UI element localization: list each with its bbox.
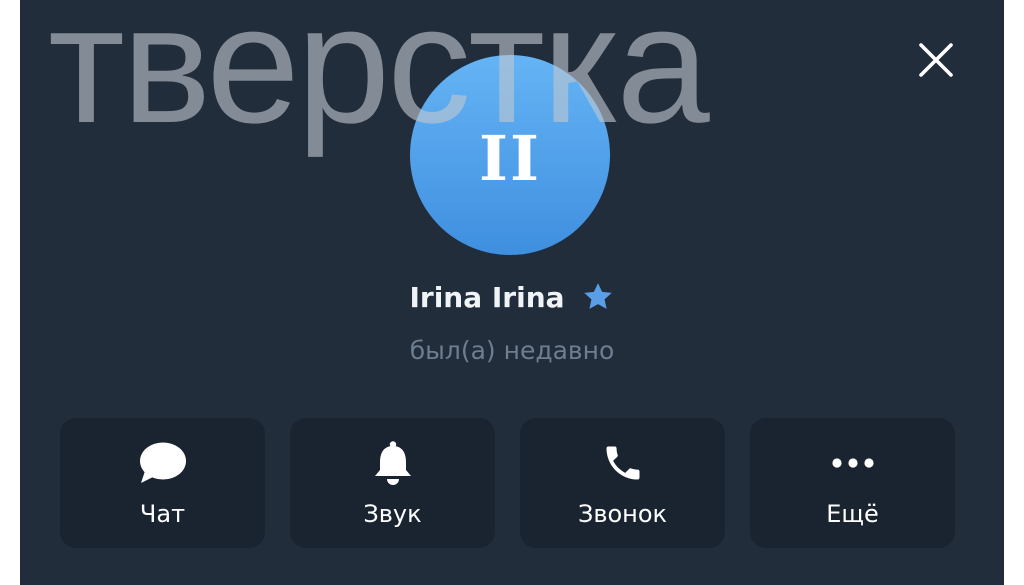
sound-label: Звук <box>363 500 422 528</box>
avatar-initials: II <box>478 121 541 195</box>
sound-button[interactable]: Звук <box>290 418 495 548</box>
chat-button[interactable]: Чат <box>60 418 265 548</box>
star-icon <box>581 280 615 314</box>
close-icon <box>919 43 953 77</box>
call-button[interactable]: Звонок <box>520 418 725 548</box>
name-row: Irina Irina <box>20 280 1004 314</box>
profile-dialog: II тверстка Irina Irina был(а) недавно Ч… <box>20 0 1004 585</box>
chat-bubble-icon <box>138 440 188 486</box>
contact-name: Irina Irina <box>409 280 565 314</box>
call-label: Звонок <box>577 500 668 528</box>
chat-label: Чат <box>139 500 186 528</box>
action-bar: Чат Звук Звонок Ещё <box>60 418 955 548</box>
phone-icon <box>601 440 645 486</box>
bell-icon <box>371 440 415 486</box>
more-button[interactable]: Ещё <box>750 418 955 548</box>
watermark: тверстка <box>48 0 710 158</box>
more-label: Ещё <box>826 500 879 528</box>
close-button[interactable] <box>913 37 959 83</box>
avatar[interactable]: II <box>410 55 610 255</box>
last-seen-status: был(а) недавно <box>409 336 615 365</box>
more-dots-icon <box>829 440 877 486</box>
